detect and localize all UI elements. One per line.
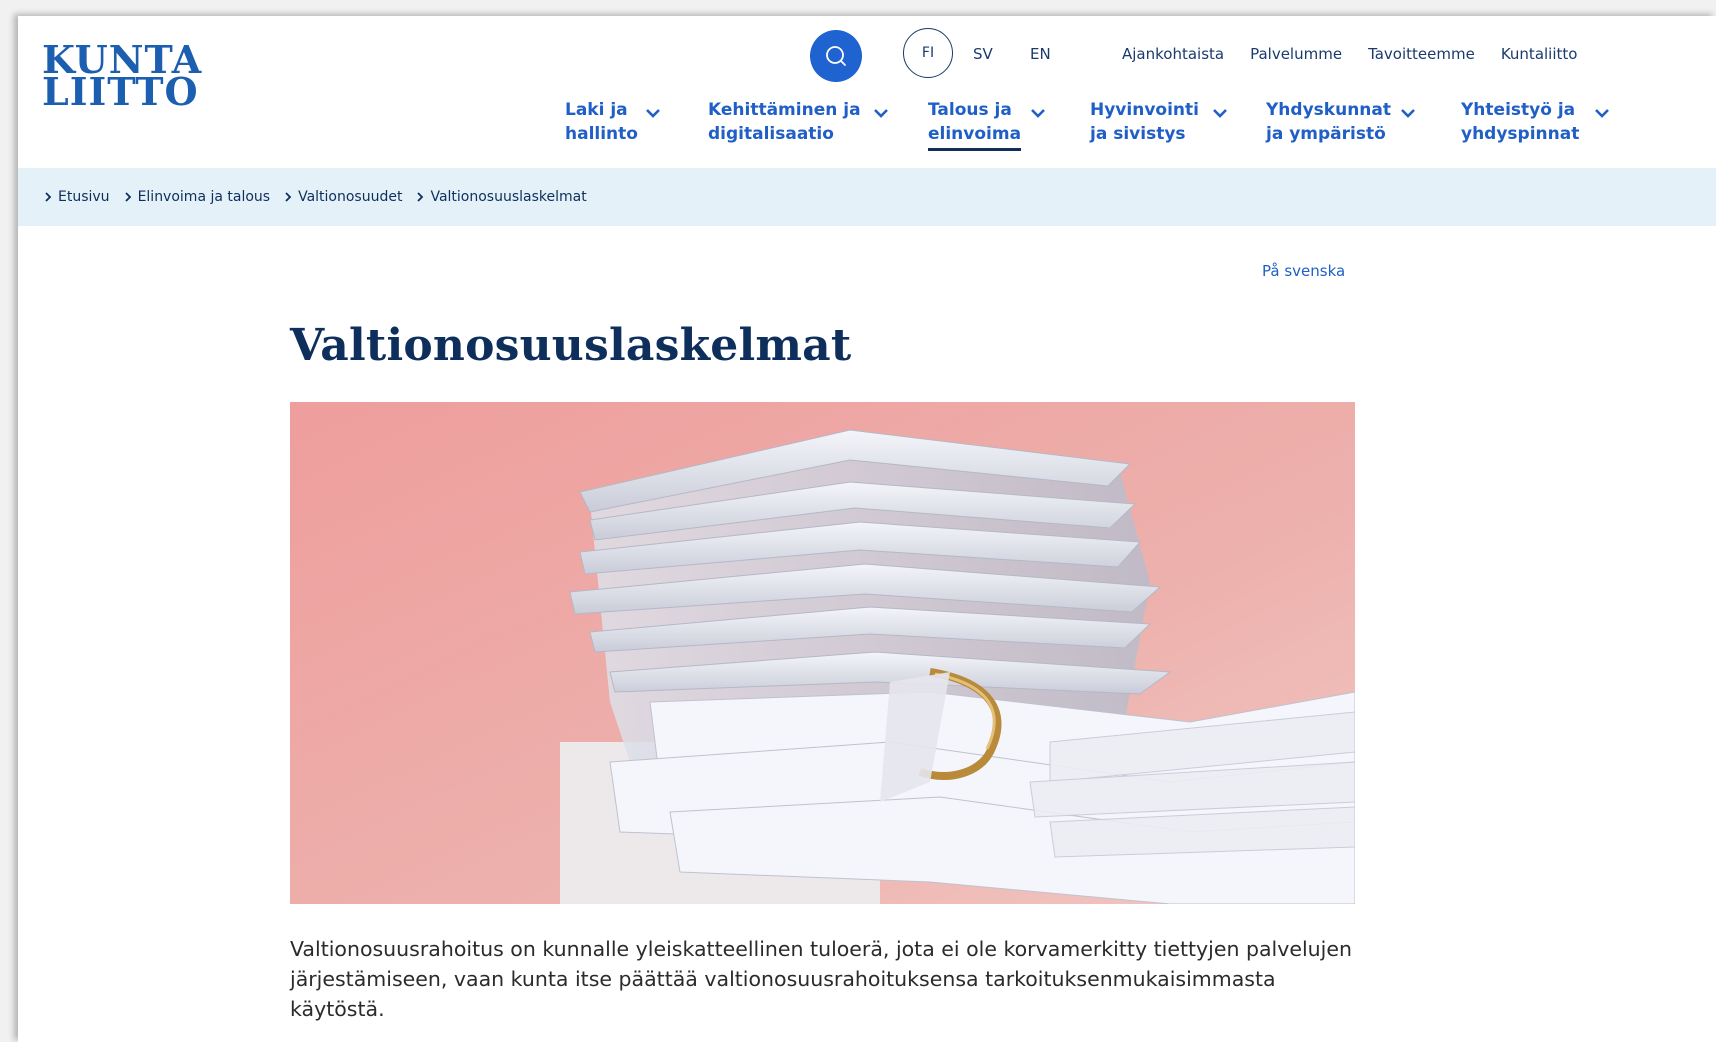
browser-frame: KUNTA LIITTO FI SV EN Ajankohtaista Palv… [0, 0, 1716, 1042]
search-icon [826, 46, 846, 66]
chevron-down-icon [1400, 102, 1416, 126]
top-link-kuntaliitto[interactable]: Kuntaliitto [1501, 45, 1578, 63]
nav-item-hyvinvointi-ja-sivistys[interactable]: Hyvinvointi ja sivistys [1090, 98, 1240, 146]
top-link-tavoitteemme[interactable]: Tavoitteemme [1368, 45, 1475, 63]
chevron-right-icon [417, 192, 424, 202]
nav-item-laki-ja-hallinto[interactable]: Laki ja hallinto [565, 98, 675, 146]
chevron-down-icon [1594, 102, 1610, 126]
nav-item-label: elinvoima [928, 122, 1022, 151]
nav-item-label: Yhdyskunnat [1266, 100, 1391, 120]
breadcrumb-item-elinvoima-ja-talous[interactable]: Elinvoima ja talous [124, 189, 271, 205]
chevron-right-icon [45, 192, 52, 202]
language-fi-button[interactable]: FI [903, 28, 953, 78]
swedish-version-link[interactable]: På svenska [1262, 262, 1345, 280]
main-nav: Laki ja hallinto Kehittäminen ja digital… [18, 98, 1716, 158]
intro-paragraph: Valtionosuusrahoitus on kunnalle yleiska… [290, 937, 1352, 1021]
top-link-palvelumme[interactable]: Palvelumme [1250, 45, 1342, 63]
nav-item-label: digitalisaatio [708, 124, 834, 144]
paper-stack-illustration [290, 402, 1355, 904]
nav-item-label: yhdyspinnat [1461, 124, 1580, 144]
breadcrumb-label: Etusivu [58, 189, 110, 205]
page: KUNTA LIITTO FI SV EN Ajankohtaista Palv… [18, 16, 1716, 1042]
nav-item-label: Hyvinvointi [1090, 100, 1199, 120]
nav-item-label: Kehittäminen ja [708, 100, 861, 120]
breadcrumb-label: Valtionosuuslaskelmat [430, 189, 587, 205]
chevron-down-icon [1212, 102, 1228, 126]
breadcrumb-item-current: Valtionosuuslaskelmat [416, 189, 587, 205]
breadcrumb-item-valtionosuudet[interactable]: Valtionosuudet [284, 189, 402, 205]
nav-item-kehittaminen-ja-digitalisaatio[interactable]: Kehittäminen ja digitalisaatio [708, 98, 893, 146]
nav-item-yhdyskunnat-ja-ymparisto[interactable]: Yhdyskunnat ja ympäristö [1266, 98, 1426, 146]
chevron-down-icon [1030, 102, 1046, 126]
nav-item-label: Laki ja [565, 100, 628, 120]
chevron-right-icon [285, 192, 292, 202]
nav-item-label: Yhteistyö ja [1461, 100, 1576, 120]
language-en-link[interactable]: EN [1030, 45, 1051, 63]
top-utility-nav: Ajankohtaista Palvelumme Tavoitteemme Ku… [1122, 45, 1577, 63]
chevron-right-icon [124, 192, 131, 202]
breadcrumb: Etusivu Elinvoima ja talous Valtionosuud… [18, 168, 1716, 226]
page-title: Valtionosuuslaskelmat [290, 320, 852, 371]
nav-item-talous-ja-elinvoima[interactable]: Talous ja elinvoima [928, 98, 1058, 151]
breadcrumb-label: Elinvoima ja talous [137, 189, 271, 205]
breadcrumb-label: Valtionosuudet [298, 189, 403, 205]
hero-image [290, 402, 1355, 904]
nav-item-yhteistyo-ja-yhdyspinnat[interactable]: Yhteistyö ja yhdyspinnat [1461, 98, 1611, 146]
search-button[interactable] [810, 30, 862, 82]
nav-item-label: Talous ja [928, 100, 1012, 120]
breadcrumb-item-etusivu[interactable]: Etusivu [44, 189, 110, 205]
chevron-down-icon [645, 102, 661, 126]
chevron-down-icon [873, 102, 889, 126]
top-link-ajankohtaista[interactable]: Ajankohtaista [1122, 45, 1224, 63]
language-sv-link[interactable]: SV [973, 45, 993, 63]
